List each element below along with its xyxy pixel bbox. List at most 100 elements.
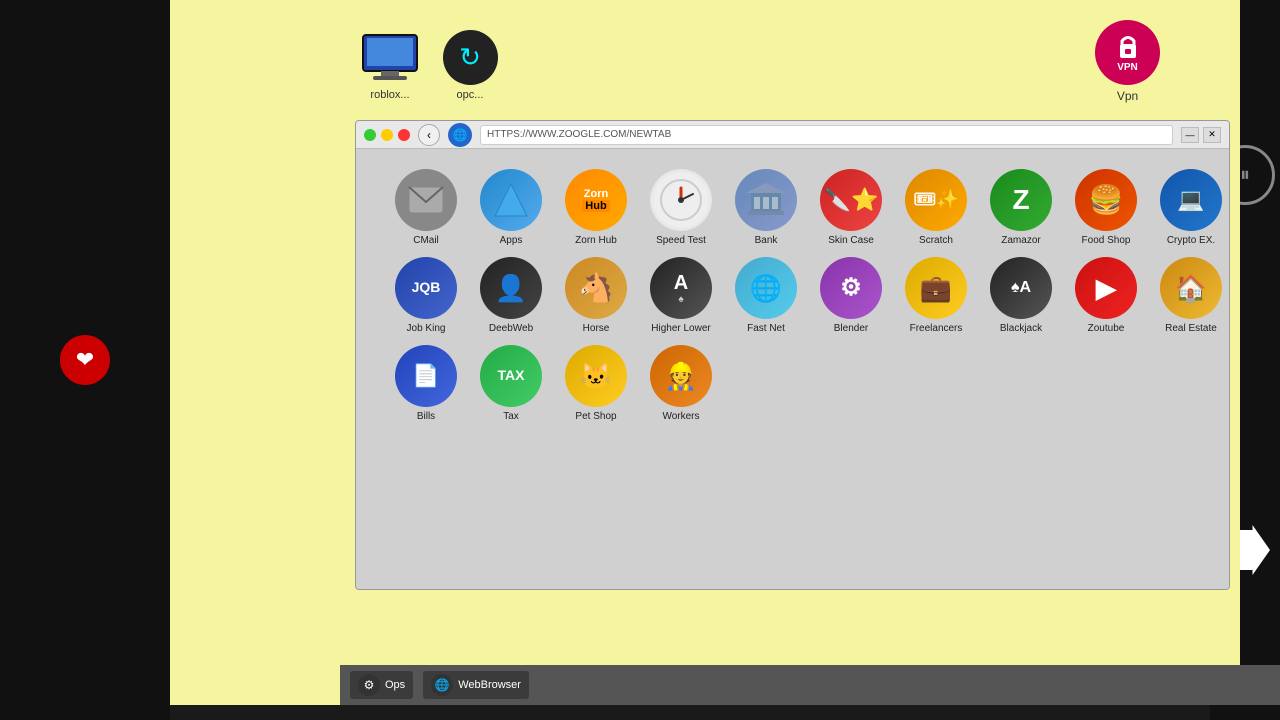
app-item-skincase[interactable]: 🔪⭐ Skin Case [811, 169, 891, 247]
app-label-workers: Workers [662, 411, 699, 423]
app-label-zamazor: Zamazor [1001, 235, 1040, 247]
url-bar[interactable]: HTTPS://WWW.ZOOGLE.COM/NEWTAB [480, 125, 1173, 145]
app-item-petshop[interactable]: 🐱 Pet Shop [556, 345, 636, 423]
app-label-cryptoex: Crypto EX. [1167, 235, 1215, 247]
app-item-jobking[interactable]: JQB Job King [386, 257, 466, 335]
app-label-fastnet: Fast Net [747, 323, 785, 335]
app-label-petshop: Pet Shop [575, 411, 616, 423]
app-item-blackjack[interactable]: ♠A Blackjack [981, 257, 1061, 335]
app-item-deepweb[interactable]: 👤 DeebWeb [471, 257, 551, 335]
vpn-icon[interactable]: VPN Vpn [1095, 20, 1160, 103]
browser-minimize-button[interactable]: — [1181, 127, 1199, 143]
app-item-bank[interactable]: Bank [726, 169, 806, 247]
taskbar-ops-label: Ops [385, 679, 405, 691]
app-item-freelancers[interactable]: 💼 Freelancers [896, 257, 976, 335]
vpn-text: VPN [1117, 62, 1138, 73]
minimize-button[interactable] [381, 129, 393, 141]
app-label-horse: Horse [583, 323, 610, 335]
browser-close-button[interactable]: ✕ [1203, 127, 1221, 143]
app-label-freelancers: Freelancers [910, 323, 963, 335]
taskbar: ⚙ Ops 🌐 WebBrowser 🔊 12:29 [340, 665, 1280, 705]
desktop-icon-refresh-label: opc... [457, 89, 484, 101]
app-icon-bills: 📄 [395, 345, 457, 407]
app-label-foodshop: Food Shop [1082, 235, 1131, 247]
url-text: HTTPS://WWW.ZOOGLE.COM/NEWTAB [487, 129, 671, 140]
taskbar-item-ops[interactable]: ⚙ Ops [350, 671, 413, 699]
app-icon-skincase: 🔪⭐ [820, 169, 882, 231]
globe-icon: 🌐 [448, 123, 472, 147]
app-item-bills[interactable]: 📄 Bills [386, 345, 466, 423]
app-icon-jobking: JQB [395, 257, 457, 319]
app-label-cmail: CMail [413, 235, 439, 247]
app-icon-realestate: 🏠 [1160, 257, 1222, 319]
app-item-cmail[interactable]: CMail [386, 169, 466, 247]
close-button-traffic[interactable] [398, 129, 410, 141]
app-icon-scratch: 🎟✨ [905, 169, 967, 231]
app-label-zornhub: Zorn Hub [575, 235, 617, 247]
ops-icon: ⚙ [358, 674, 380, 696]
back-button[interactable]: ‹ [418, 124, 440, 146]
app-item-zoutube[interactable]: ▶ Zoutube [1066, 257, 1146, 335]
app-item-apps[interactable]: Apps [471, 169, 551, 247]
desktop: roblox... ↻ opc... VPN Vpn [170, 0, 1240, 705]
app-icon-freelancers: 💼 [905, 257, 967, 319]
app-icon-zornhub: ZornHub [565, 169, 627, 231]
app-icon-workers: 👷 [650, 345, 712, 407]
app-icon-horse: 🐴 [565, 257, 627, 319]
browser-window-controls: — ✕ [1181, 127, 1221, 143]
app-item-foodshop[interactable]: 🍔 Food Shop [1066, 169, 1146, 247]
app-icon-deepweb: 👤 [480, 257, 542, 319]
app-item-zornhub[interactable]: ZornHub Zorn Hub [556, 169, 636, 247]
browser-window: ‹ 🌐 HTTPS://WWW.ZOOGLE.COM/NEWTAB — ✕ CM… [355, 120, 1230, 590]
app-label-bills: Bills [417, 411, 435, 423]
app-label-bank: Bank [755, 235, 778, 247]
desktop-icons-area: roblox... ↻ opc... [360, 30, 500, 101]
desktop-icon-monitor[interactable]: roblox... [360, 30, 420, 101]
app-label-blender: Blender [834, 323, 868, 335]
app-label-deepweb: DeebWeb [489, 323, 533, 335]
app-icon-cryptoex: 💻 [1160, 169, 1222, 231]
app-icon-higherlower: A♠ [650, 257, 712, 319]
webbrowser-icon: 🌐 [431, 674, 453, 696]
app-icon-blender: ⚙ [820, 257, 882, 319]
app-icon-foodshop: 🍔 [1075, 169, 1137, 231]
app-icon-cmail [395, 169, 457, 231]
taskbar-webbrowser-label: WebBrowser [458, 679, 521, 691]
app-label-higherlower: Higher Lower [651, 323, 710, 335]
app-item-cryptoex[interactable]: 💻 Crypto EX. [1151, 169, 1229, 247]
app-label-speedtest: Speed Test [656, 235, 706, 247]
app-label-zoutube: Zoutube [1088, 323, 1125, 335]
desktop-icon-monitor-label: roblox... [370, 89, 409, 101]
app-label-skincase: Skin Case [828, 235, 874, 247]
app-icon-zoutube: ▶ [1075, 257, 1137, 319]
maximize-button[interactable] [364, 129, 376, 141]
app-icon-zamazor: Z [990, 169, 1052, 231]
app-icon-petshop: 🐱 [565, 345, 627, 407]
app-icon-bank [735, 169, 797, 231]
browser-titlebar: ‹ 🌐 HTTPS://WWW.ZOOGLE.COM/NEWTAB — ✕ [356, 121, 1229, 149]
desktop-icon-refresh[interactable]: ↻ opc... [440, 30, 500, 101]
taskbar-item-webbrowser[interactable]: 🌐 WebBrowser [423, 671, 529, 699]
app-item-higherlower[interactable]: A♠ Higher Lower [641, 257, 721, 335]
app-item-fastnet[interactable]: 🌐 Fast Net [726, 257, 806, 335]
app-label-realestate: Real Estate [1165, 323, 1217, 335]
app-label-apps: Apps [500, 235, 523, 247]
app-item-realestate[interactable]: 🏠 Real Estate [1151, 257, 1229, 335]
app-label-tax: Tax [503, 411, 519, 423]
app-icon-tax: TAX [480, 345, 542, 407]
app-item-horse[interactable]: 🐴 Horse [556, 257, 636, 335]
app-label-blackjack: Blackjack [1000, 323, 1042, 335]
app-icon-blackjack: ♠A [990, 257, 1052, 319]
app-item-zamazor[interactable]: Z Zamazor [981, 169, 1061, 247]
app-item-tax[interactable]: TAX Tax [471, 345, 551, 423]
apps-grid: CMail Apps ZornHub Zorn Hub Speed Test Bank 🔪⭐… [386, 169, 1199, 423]
app-item-blender[interactable]: ⚙ Blender [811, 257, 891, 335]
app-item-scratch[interactable]: 🎟✨ Scratch [896, 169, 976, 247]
app-icon-fastnet: 🌐 [735, 257, 797, 319]
app-label-jobking: Job King [407, 323, 446, 335]
app-icon-speedtest [650, 169, 712, 231]
app-item-workers[interactable]: 👷 Workers [641, 345, 721, 423]
app-label-scratch: Scratch [919, 235, 953, 247]
app-item-speedtest[interactable]: Speed Test [641, 169, 721, 247]
browser-content: CMail Apps ZornHub Zorn Hub Speed Test Bank 🔪⭐… [356, 149, 1229, 589]
